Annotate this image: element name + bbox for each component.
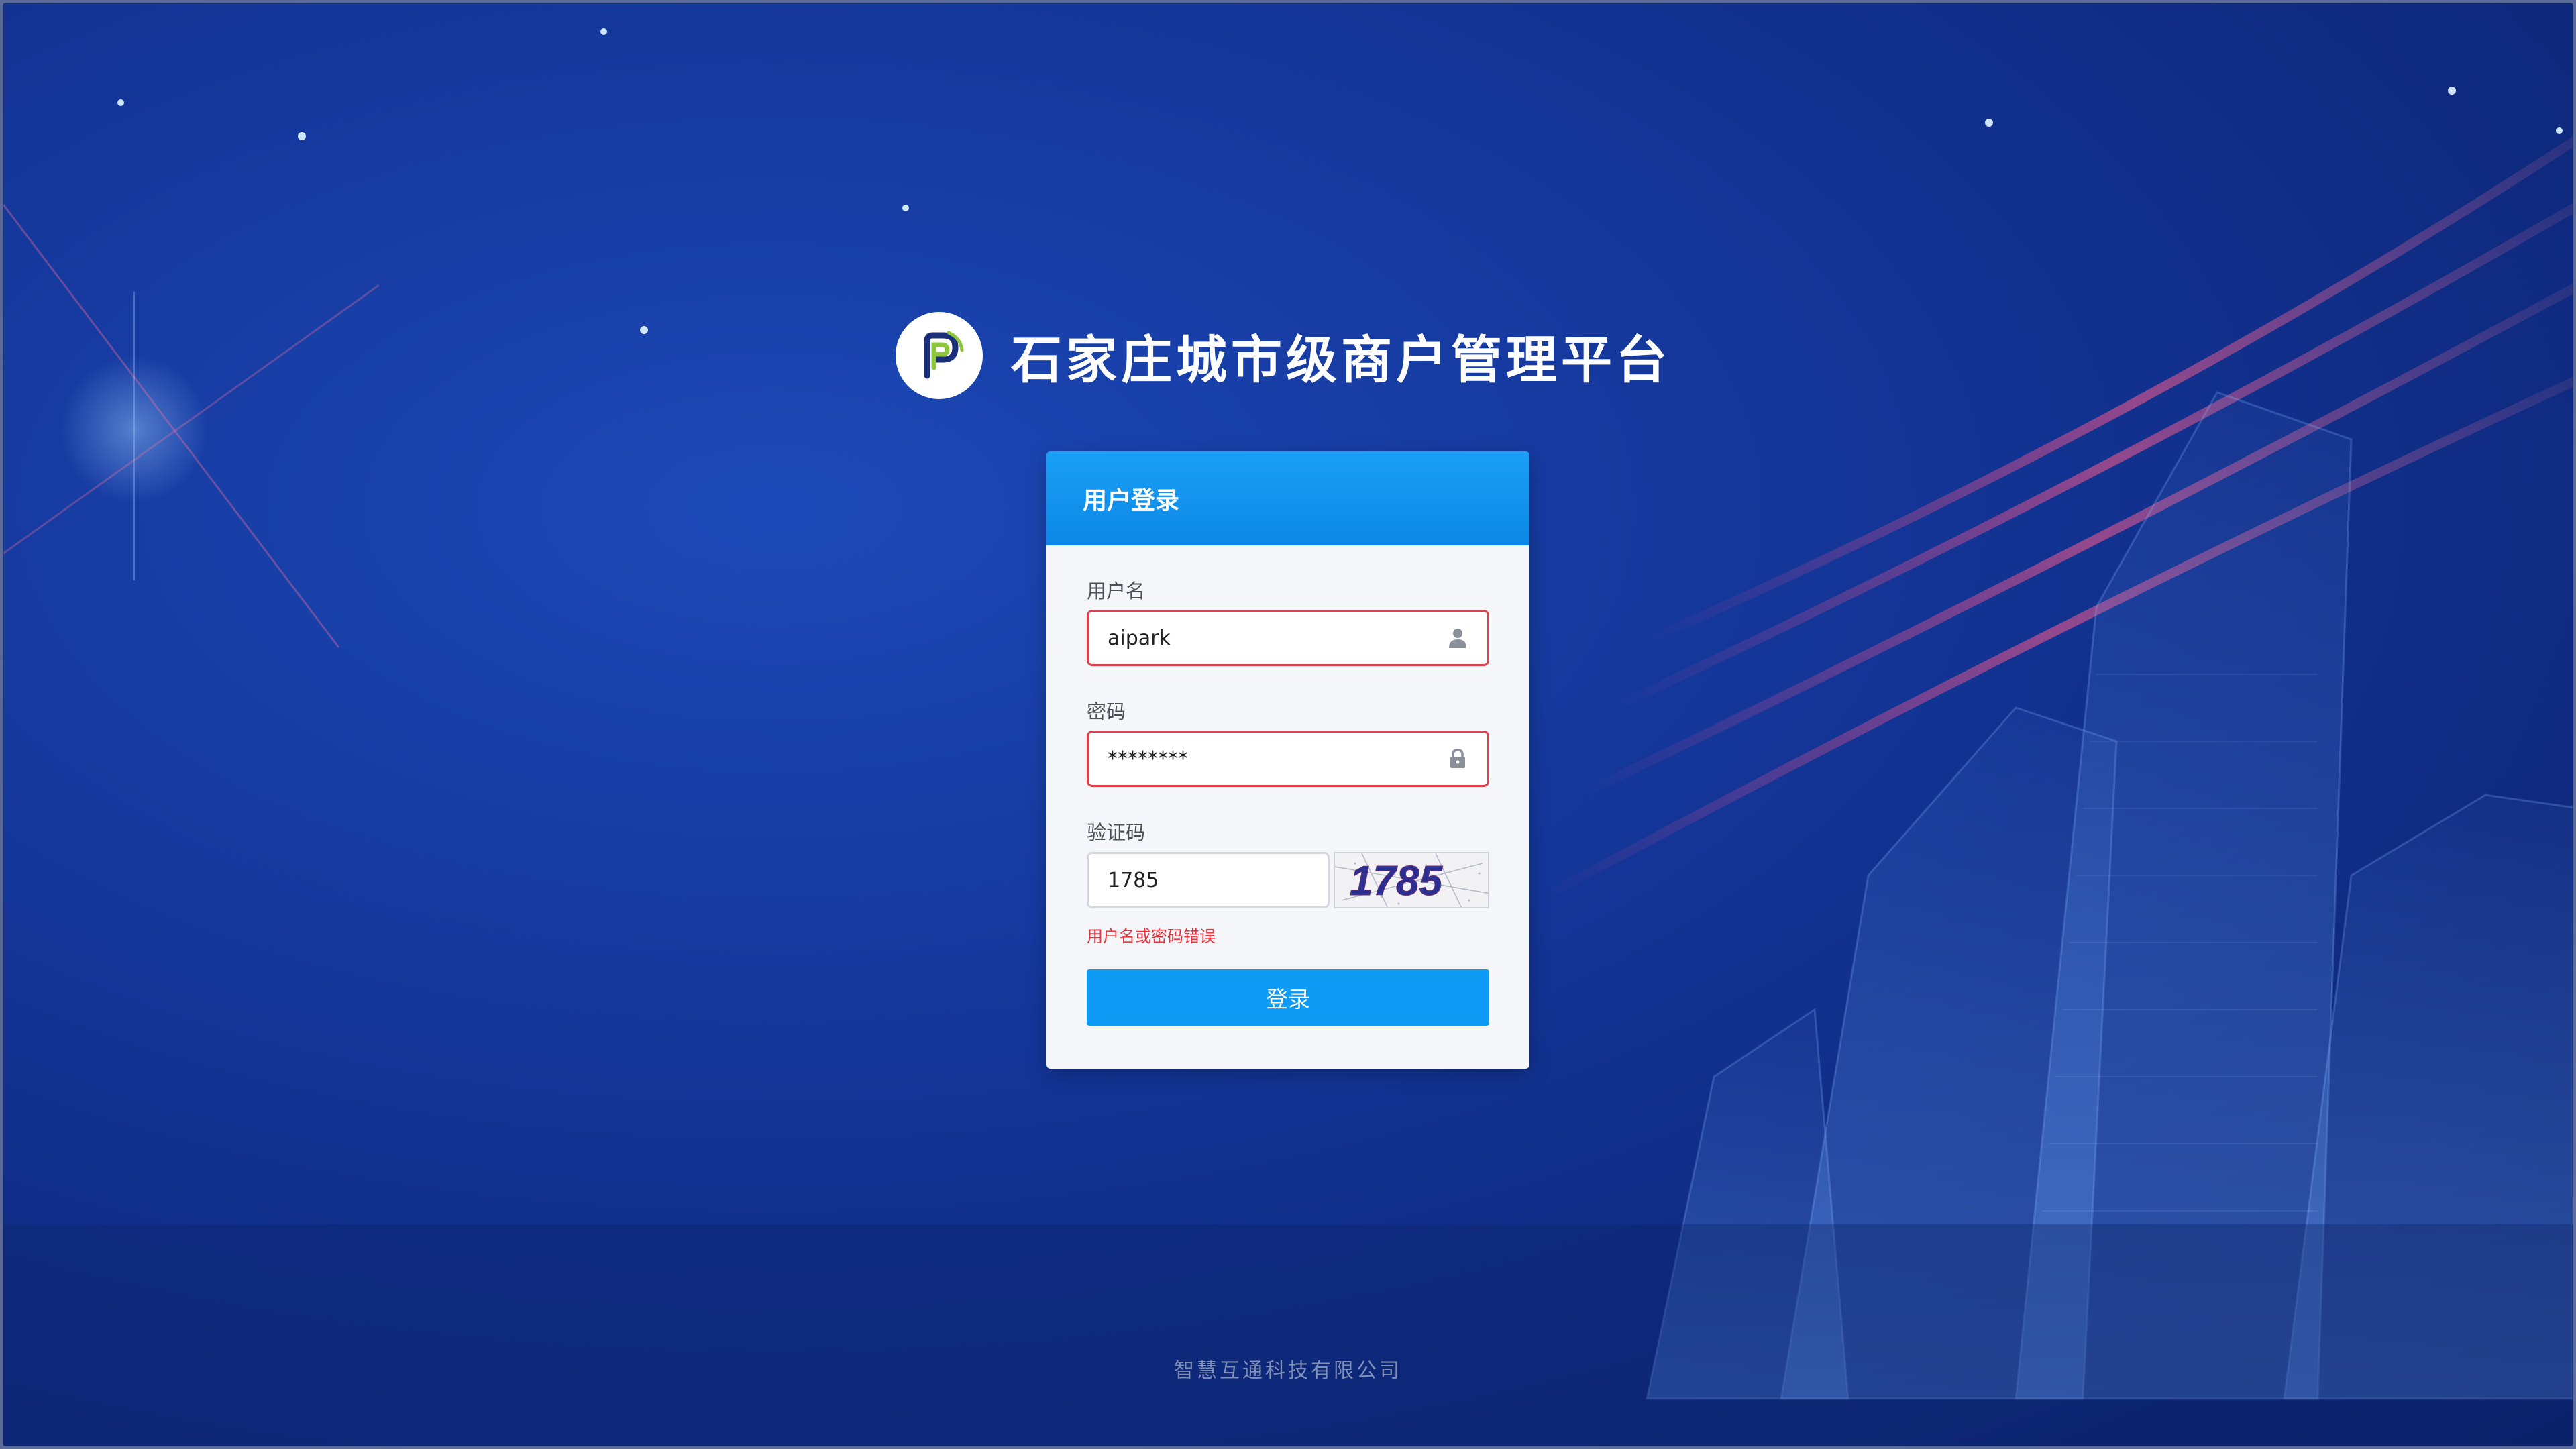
login-button[interactable]: 登录 [1087, 969, 1489, 1026]
parking-p-logo-icon [908, 325, 970, 386]
username-field[interactable] [1087, 610, 1489, 666]
brand-header: 石家庄城市级商户管理平台 [896, 312, 1671, 399]
username-label: 用户名 [1087, 580, 1146, 602]
user-icon [1444, 625, 1471, 651]
password-field[interactable] [1087, 731, 1489, 787]
captcha-image-text: 1785 [1350, 858, 1443, 904]
password-label: 密码 [1087, 700, 1126, 723]
login-error-message: 用户名或密码错误 [1087, 927, 1216, 946]
page-title: 石家庄城市级商户管理平台 [1011, 330, 1671, 390]
username-input[interactable] [1089, 611, 1444, 665]
captcha-label: 验证码 [1087, 821, 1146, 844]
login-card: 用户登录 用户名 密码 验证码 [1046, 451, 1529, 1069]
captcha-field[interactable] [1087, 852, 1330, 908]
password-input[interactable] [1089, 732, 1444, 786]
captcha-input[interactable] [1089, 853, 1328, 907]
footer-company: 智慧互通科技有限公司 [1174, 1359, 1402, 1383]
logo [896, 312, 983, 399]
lock-icon [1444, 745, 1471, 772]
login-card-header: 用户登录 [1046, 451, 1529, 545]
captcha-image[interactable]: 1785 [1334, 852, 1489, 908]
